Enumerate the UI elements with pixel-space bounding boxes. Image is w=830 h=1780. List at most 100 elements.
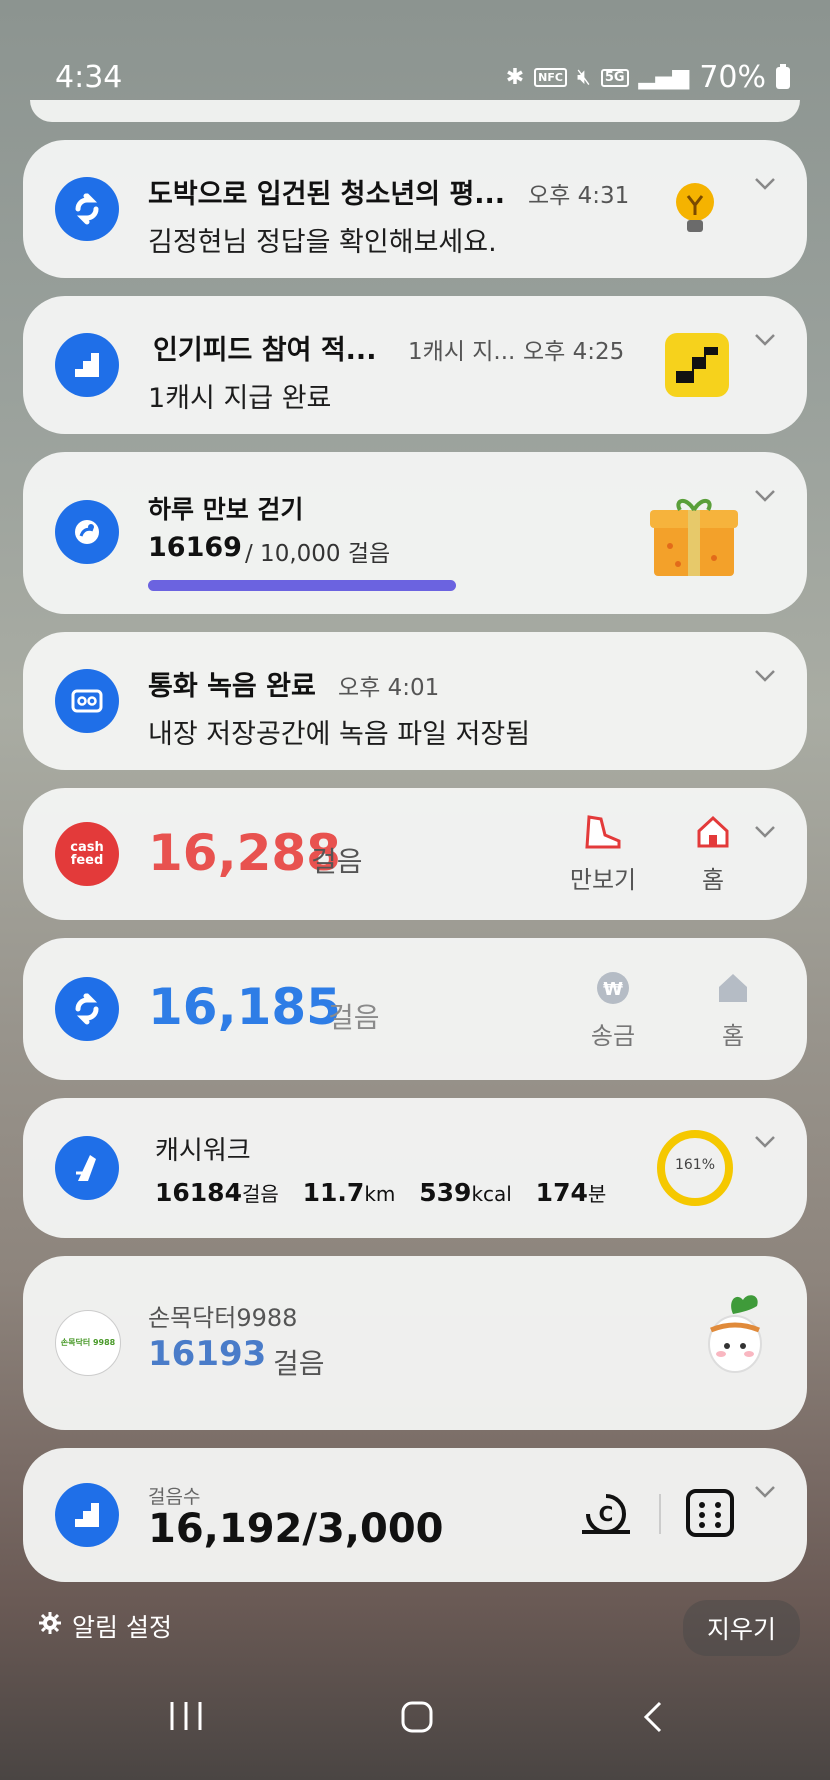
radish-mascot-icon xyxy=(703,1290,769,1380)
step-goal: / 10,000 걸음 xyxy=(245,541,391,567)
expand-chevron-icon[interactable] xyxy=(754,332,775,350)
notification-peek xyxy=(30,100,800,122)
status-time: 4:34 xyxy=(55,60,123,95)
notification-toss-steps[interactable]: 16,185 걸음 ₩ 송금 홈 xyxy=(23,938,807,1080)
expand-chevron-icon[interactable] xyxy=(754,824,775,842)
back-icon xyxy=(643,1701,662,1733)
coin-stack-icon[interactable]: C xyxy=(578,1488,634,1542)
action-label: 송금 xyxy=(590,1022,636,1050)
expand-chevron-icon[interactable] xyxy=(754,1484,775,1502)
home-icon xyxy=(708,968,758,1008)
notification-title: 도박으로 입건된 청소년의 평... xyxy=(148,179,506,210)
step-progress-fill xyxy=(148,580,456,591)
status-bar: 4:34 ✱ NFC 🔇︎ 5G ▂▄▆ 70% xyxy=(0,0,830,100)
cashfeed-app-icon: cash feed xyxy=(55,822,119,886)
steps-label: 걸음수 xyxy=(148,1486,201,1508)
stat-steps-unit: 걸음 xyxy=(241,1182,279,1206)
step-progress-bar xyxy=(148,580,456,591)
steps-value: 16,192/3,000 xyxy=(148,1506,444,1552)
bluetooth-icon: ✱ xyxy=(505,65,525,90)
lightbulb-icon xyxy=(673,182,717,242)
notification-subtitle: 1캐시 지... xyxy=(408,339,516,365)
home-action[interactable]: 홈 xyxy=(688,812,738,895)
notification-step-count[interactable]: 걸음수 16,192/3,000 C xyxy=(23,1448,807,1582)
notification-cashwalk-feed[interactable]: 인기피드 참여 적... 1캐시 지... 오후 4:25 1캐시 지급 완료 xyxy=(23,296,807,434)
notification-text: 김정현님 정답을 확인해보세요. xyxy=(148,227,497,258)
recent-apps-icon xyxy=(170,1702,202,1730)
notification-cashfeed-steps[interactable]: cash feed 16,288 걸음 만보기 홈 xyxy=(23,788,807,920)
svg-text:C: C xyxy=(599,1502,614,1526)
step-count: 16193 xyxy=(148,1334,267,1374)
home-action[interactable]: 홈 xyxy=(708,968,758,1051)
battery-percent: 70% xyxy=(699,60,766,95)
step-unit: 걸음 xyxy=(273,1347,325,1380)
mute-icon: 🔇︎ xyxy=(576,65,591,90)
notification-time: 오후 4:01 xyxy=(338,675,440,701)
notification-title: 인기피드 참여 적... xyxy=(153,335,377,366)
nfc-icon: NFC xyxy=(534,68,567,87)
stat-km: 11.7 xyxy=(302,1178,365,1207)
notification-text: 1캐시 지급 완료 xyxy=(148,383,332,414)
notification-call-recording[interactable]: 통화 녹음 완료 오후 4:01 내장 저장공간에 녹음 파일 저장됨 xyxy=(23,632,807,770)
gear-icon xyxy=(38,1611,62,1641)
toss-app-icon xyxy=(55,977,119,1041)
stairs-app-icon xyxy=(55,333,119,397)
notification-cashwalk[interactable]: 캐시워크 16184걸음 11.7km 539kcal 174분 161% xyxy=(23,1098,807,1238)
action-label: 홈 xyxy=(721,1022,745,1050)
progress-ring: 161% xyxy=(655,1128,735,1208)
expand-chevron-icon[interactable] xyxy=(754,668,775,686)
stairs-app-icon xyxy=(55,1483,119,1547)
won-icon: ₩ xyxy=(583,968,643,1008)
step-count: 16,185 xyxy=(148,978,341,1036)
stat-kcal: 539 xyxy=(419,1178,472,1207)
voice-recorder-app-icon xyxy=(55,669,119,733)
notification-daily-steps[interactable]: 하루 만보 걷기 16169 / 10,000 걸음 xyxy=(23,452,807,614)
walk-stats: 16184걸음 11.7km 539kcal 174분 xyxy=(155,1178,606,1207)
step-unit: 걸음 xyxy=(311,845,363,878)
toss-app-icon xyxy=(55,177,119,241)
home-nav-icon xyxy=(401,1701,433,1733)
shoe-icon xyxy=(568,812,638,852)
5g-icon: 5G xyxy=(600,68,629,87)
ring-percent: 161% xyxy=(674,1157,716,1173)
notification-wrist-doctor[interactable]: 손목닥터 9988 손목닥터9988 16193 걸음 xyxy=(23,1256,807,1430)
notification-settings-link[interactable]: 알림 설정 xyxy=(38,1608,172,1644)
home-icon xyxy=(688,812,738,852)
pedometer-action[interactable]: 만보기 xyxy=(568,812,638,895)
recent-apps-button[interactable] xyxy=(168,1700,204,1736)
home-button[interactable] xyxy=(400,1700,434,1738)
signal-icon: ▂▄▆ xyxy=(638,65,690,90)
notification-time: 오후 4:25 xyxy=(523,339,625,365)
divider xyxy=(659,1494,661,1534)
clear-all-button[interactable]: 지우기 xyxy=(682,1600,800,1656)
step-count: 16169 xyxy=(148,532,242,563)
wrist-doctor-logo: 손목닥터 9988 xyxy=(55,1310,121,1376)
notification-title: 통화 녹음 완료 xyxy=(148,671,316,702)
expand-chevron-icon[interactable] xyxy=(754,1134,775,1152)
gift-box-icon xyxy=(648,488,740,584)
expand-chevron-icon[interactable] xyxy=(754,176,775,194)
grid-menu-icon[interactable] xyxy=(685,1488,735,1542)
stat-steps: 16184 xyxy=(155,1178,242,1207)
cashwalk-app-icon xyxy=(55,1136,119,1200)
action-label: 만보기 xyxy=(569,866,637,894)
settings-label: 알림 설정 xyxy=(72,1613,172,1642)
walk-app-icon xyxy=(55,500,119,564)
stat-km-unit: km xyxy=(364,1182,396,1206)
stairs-thumbnail-icon xyxy=(665,333,729,397)
transfer-action[interactable]: ₩ 송금 xyxy=(583,968,643,1051)
notification-time: 오후 4:31 xyxy=(528,183,630,209)
step-unit: 걸음 xyxy=(328,1001,380,1034)
notification-toss-quiz[interactable]: 도박으로 입건된 청소년의 평... 오후 4:31 김정현님 정답을 확인해보… xyxy=(23,140,807,278)
status-icons: ✱ NFC 🔇︎ 5G ▂▄▆ 70% xyxy=(506,60,790,95)
notification-text: 내장 저장공간에 녹음 파일 저장됨 xyxy=(148,719,531,750)
stat-minutes-unit: 분 xyxy=(587,1182,607,1206)
notification-title: 하루 만보 걷기 xyxy=(148,495,304,524)
svg-text:₩: ₩ xyxy=(603,979,623,1000)
action-label: 홈 xyxy=(701,866,725,894)
stat-kcal-unit: kcal xyxy=(471,1182,512,1206)
battery-icon xyxy=(776,63,790,89)
notification-title: 손목닥터9988 xyxy=(148,1304,298,1332)
back-button[interactable] xyxy=(640,1700,664,1738)
expand-chevron-icon[interactable] xyxy=(754,488,775,506)
